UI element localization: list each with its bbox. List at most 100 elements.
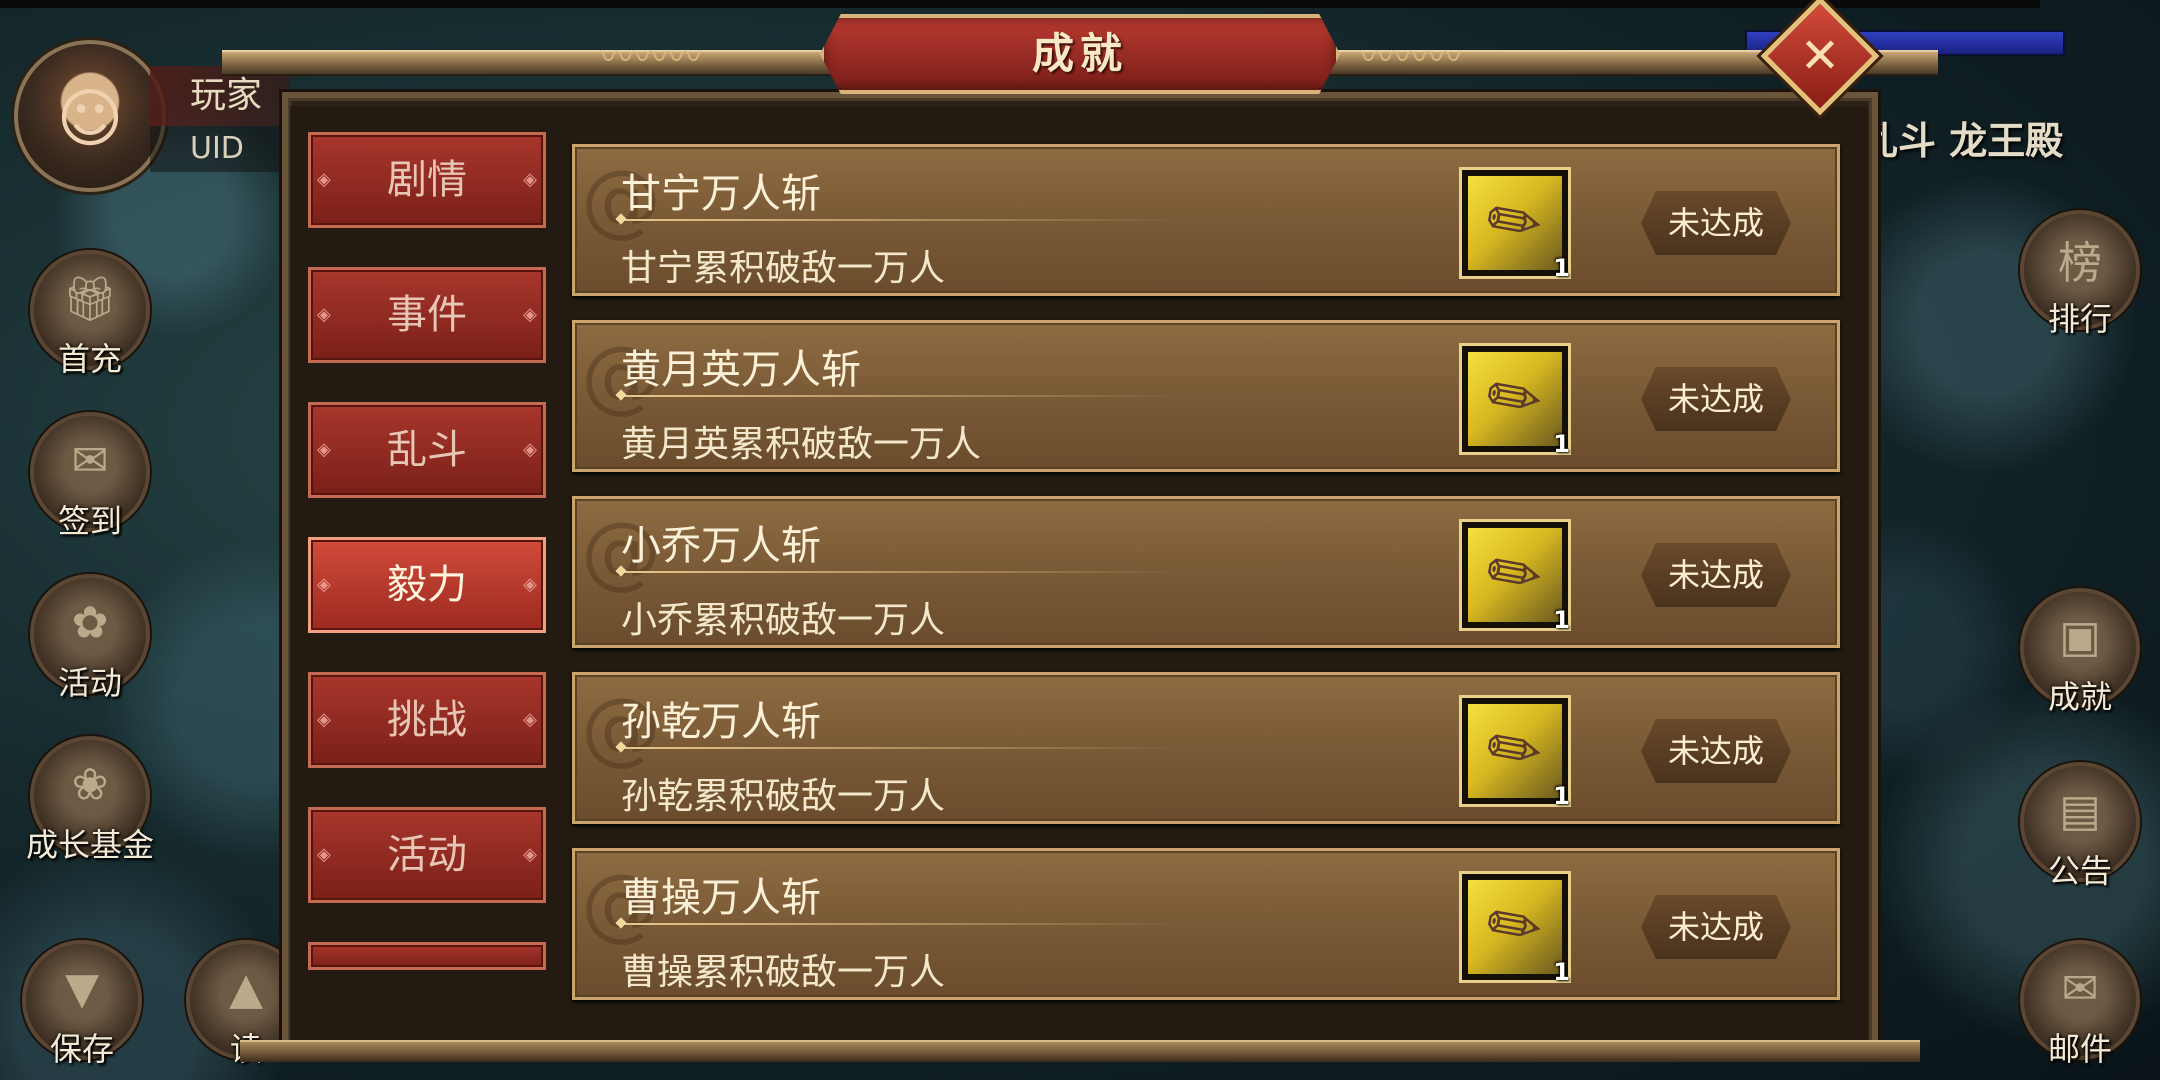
- ranking-button[interactable]: 榜 排行: [2020, 210, 2140, 338]
- achievement-icon: ▣: [2059, 611, 2101, 663]
- title-ornament-left-icon: 〰〰〰: [600, 38, 702, 78]
- tab-label: 事件: [387, 292, 467, 338]
- achievement-row: @ 黄月英万人斩 黄月英累积破敌一万人 ✎ 1 未达成: [572, 320, 1840, 472]
- achievement-desc: 甘宁累积破敌一万人: [621, 248, 946, 289]
- reward-qty: 1: [1553, 254, 1570, 282]
- mail-label: 邮件: [2047, 1030, 2113, 1068]
- tab-ornament-icon: ◈: [523, 304, 537, 325]
- reward-bg: ✎: [1468, 704, 1562, 798]
- load-icon: ▲: [229, 963, 263, 1015]
- sign-in-label: 签到: [57, 502, 123, 540]
- first-recharge-label: 首充: [57, 340, 123, 378]
- divider: [621, 571, 1181, 573]
- tab-ornament-icon: ◈: [317, 574, 331, 595]
- tab-label: 乱斗: [387, 427, 467, 473]
- status-badge: 未达成: [1641, 367, 1791, 431]
- reward-item[interactable]: ✎ 1: [1459, 695, 1571, 810]
- sign-in-button[interactable]: ✉ 签到: [30, 412, 150, 540]
- status-badge: 未达成: [1641, 895, 1791, 959]
- player-uid-label: UID: [150, 126, 290, 172]
- plant-icon: ❀: [71, 759, 109, 811]
- tab-brawl[interactable]: ◈ 乱斗 ◈: [308, 402, 546, 498]
- tab-activity[interactable]: ◈ 活动 ◈: [308, 807, 546, 903]
- tab-ornament-icon: ◈: [523, 439, 537, 460]
- announcement-button[interactable]: ▤ 公告: [2020, 762, 2140, 890]
- ranking-label: 排行: [2047, 300, 2113, 338]
- reward-qty: 1: [1553, 606, 1570, 634]
- reward-bg: ✎: [1468, 352, 1562, 446]
- dialog-title-plaque: 成就: [820, 14, 1340, 94]
- scroll-icon: ▤: [2059, 785, 2101, 837]
- close-icon: ✕: [1799, 28, 1841, 84]
- tab-challenge[interactable]: ◈ 挑战 ◈: [308, 672, 546, 768]
- achievement-name: 曹操万人斩: [621, 875, 821, 921]
- tab-ornament-icon: ◈: [523, 574, 537, 595]
- achievement-desc: 小乔累积破敌一万人: [621, 600, 946, 641]
- achievement-label: 成就: [2047, 678, 2113, 716]
- first-recharge-button[interactable]: 🎁︎ 首充: [30, 250, 150, 378]
- mail-button[interactable]: ✉ 邮件: [2020, 940, 2140, 1068]
- gift-icon: 🎁︎: [62, 273, 118, 325]
- brush-scroll-icon: ✎: [1471, 529, 1559, 621]
- announcement-label: 公告: [2047, 852, 2113, 890]
- tab-ornament-icon: ◈: [317, 169, 331, 190]
- achievement-desc: 曹操累积破敌一万人: [621, 952, 946, 993]
- achievement-row: @ 甘宁万人斩 甘宁累积破敌一万人 ✎ 1 未达成: [572, 144, 1840, 296]
- achievement-desc: 黄月英累积破敌一万人: [621, 424, 982, 465]
- achievement-name: 小乔万人斩: [621, 523, 821, 569]
- reward-bg: ✎: [1468, 880, 1562, 974]
- tab-perseverance[interactable]: ◈ 毅力 ◈: [308, 537, 546, 633]
- mail-icon: ✉: [2061, 963, 2099, 1015]
- achievement-button[interactable]: ▣ 成就: [2020, 588, 2140, 716]
- events-button[interactable]: ✿ 活动: [30, 574, 150, 702]
- tab-story[interactable]: ◈ 剧情 ◈: [308, 132, 546, 228]
- reward-qty: 1: [1553, 782, 1570, 810]
- achievement-row: @ 小乔万人斩 小乔累积破敌一万人 ✎ 1 未达成: [572, 496, 1840, 648]
- divider: [621, 219, 1181, 221]
- dialog-bottom-rail: [240, 1040, 1920, 1062]
- brush-scroll-icon: ✎: [1471, 177, 1559, 269]
- save-button[interactable]: ▼ 保存: [22, 940, 142, 1068]
- book-icon: ✉: [71, 435, 109, 487]
- achievement-row: @ 曹操万人斩 曹操累积破敌一万人 ✎ 1 未达成: [572, 848, 1840, 1000]
- reward-qty: 1: [1553, 958, 1570, 986]
- achievement-row: @ 孙乾万人斩 孙乾累积破敌一万人 ✎ 1 未达成: [572, 672, 1840, 824]
- achievement-desc: 孙乾累积破敌一万人: [621, 776, 946, 817]
- reward-item[interactable]: ✎ 1: [1459, 167, 1571, 282]
- tab-more[interactable]: [308, 942, 546, 970]
- tab-ornament-icon: ◈: [317, 709, 331, 730]
- portrait-icon: ☺: [56, 82, 124, 157]
- tab-events[interactable]: ◈ 事件 ◈: [308, 267, 546, 363]
- status-badge: 未达成: [1641, 191, 1791, 255]
- reward-qty: 1: [1553, 430, 1570, 458]
- save-icon: ▼: [65, 963, 99, 1015]
- tab-label: 挑战: [387, 697, 467, 743]
- player-avatar[interactable]: ☺: [14, 40, 166, 192]
- reward-item[interactable]: ✎ 1: [1459, 519, 1571, 634]
- reward-item[interactable]: ✎ 1: [1459, 871, 1571, 986]
- tab-ornament-icon: ◈: [523, 709, 537, 730]
- tab-ornament-icon: ◈: [523, 169, 537, 190]
- top-status-strip: [0, 0, 2040, 8]
- growth-fund-button[interactable]: ❀ 成长基金: [26, 736, 154, 864]
- tab-label: 剧情: [387, 157, 467, 203]
- tab-ornament-icon: ◈: [317, 304, 331, 325]
- save-label: 保存: [49, 1030, 115, 1068]
- tab-ornament-icon: ◈: [317, 439, 331, 460]
- divider: [621, 395, 1181, 397]
- tab-label: 毅力: [387, 562, 467, 608]
- achievement-name: 黄月英万人斩: [621, 347, 861, 393]
- reward-bg: ✎: [1468, 528, 1562, 622]
- tab-label: 活动: [387, 832, 467, 878]
- reward-bg: ✎: [1468, 176, 1562, 270]
- location-text: 乱斗 龙王殿: [1860, 119, 2064, 163]
- tab-ornament-icon: ◈: [523, 844, 537, 865]
- achievement-name: 孙乾万人斩: [621, 699, 821, 745]
- flower-basket-icon: ✿: [71, 597, 109, 649]
- achievement-name: 甘宁万人斩: [621, 171, 821, 217]
- reward-item[interactable]: ✎ 1: [1459, 343, 1571, 458]
- divider: [621, 747, 1181, 749]
- status-badge: 未达成: [1641, 543, 1791, 607]
- brush-scroll-icon: ✎: [1471, 353, 1559, 445]
- status-badge: 未达成: [1641, 719, 1791, 783]
